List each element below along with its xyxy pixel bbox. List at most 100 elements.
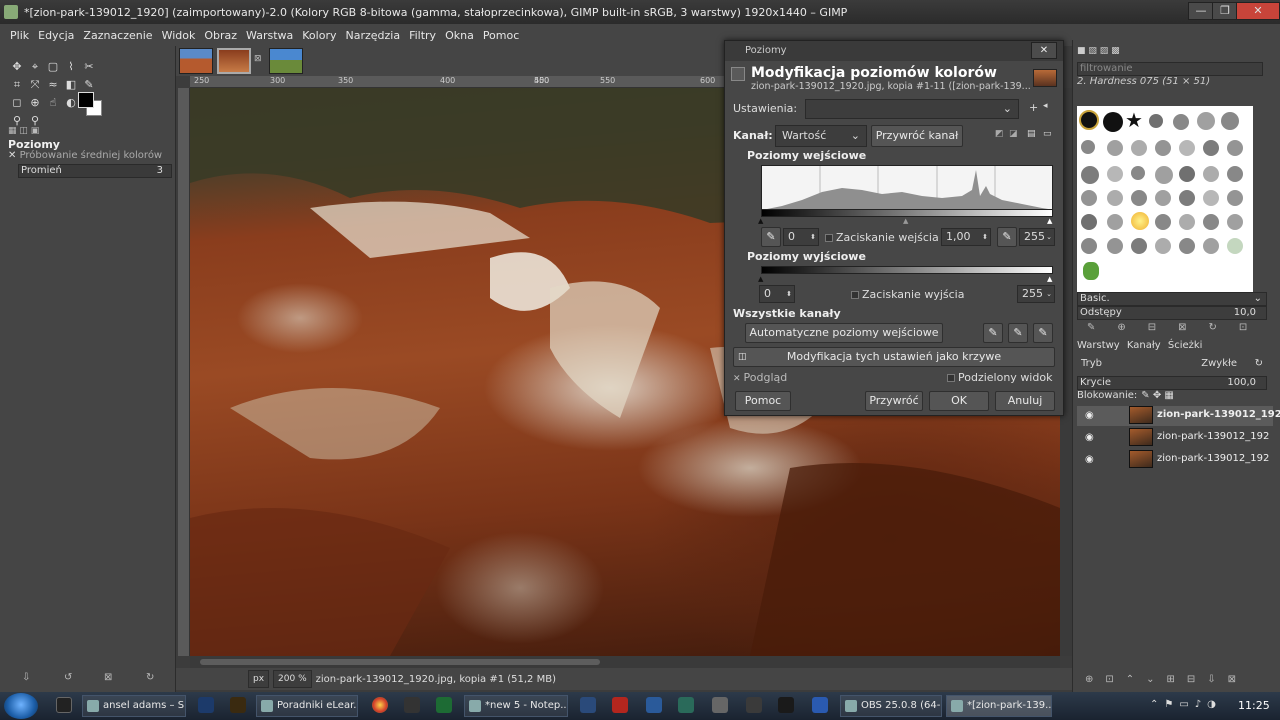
- taskbar-gimp[interactable]: *[zion-park-139...: [946, 695, 1052, 717]
- scrollbar-thumb[interactable]: [200, 659, 600, 665]
- brush-texture-icon[interactable]: [1221, 112, 1239, 130]
- terminal-icon[interactable]: [56, 697, 72, 713]
- output-low-field[interactable]: 0 ⬍: [759, 285, 795, 303]
- start-button-icon[interactable]: [4, 693, 38, 719]
- image-tab-thumbnail-1[interactable]: [179, 48, 213, 74]
- black-picker-icon[interactable]: ✎: [761, 227, 781, 247]
- menu-narzedzia[interactable]: Narzędzia: [345, 29, 400, 42]
- foreground-color-swatch[interactable]: [78, 92, 94, 108]
- reset-tool-options-icon[interactable]: ↻: [146, 672, 154, 683]
- app-icon[interactable]: [646, 697, 662, 713]
- brush-texture-icon[interactable]: [1203, 238, 1219, 254]
- menu-widok[interactable]: Widok: [162, 29, 196, 42]
- bucket-fill-tool-icon[interactable]: ◧: [64, 78, 78, 92]
- layer-row[interactable]: ◉ zion-park-139012_192: [1077, 406, 1280, 426]
- layer-actions-icons[interactable]: ⊕⊡⌃⌄⊞⊟⇩⊠: [1085, 674, 1248, 685]
- spinner-icon[interactable]: ⬍: [982, 229, 988, 245]
- dialog-close-button[interactable]: ✕: [1031, 42, 1057, 59]
- gamma-field[interactable]: 1,00 ⬍: [941, 228, 991, 246]
- brush-pepper-icon[interactable]: [1083, 262, 1099, 280]
- brush-texture-icon[interactable]: [1081, 166, 1099, 184]
- ok-button[interactable]: OK: [929, 391, 989, 411]
- paintbrush-tool-icon[interactable]: ✎: [82, 78, 96, 92]
- mode-reset-icon[interactable]: ↻: [1255, 358, 1263, 369]
- output-high-field[interactable]: 255 ⌄: [1017, 285, 1055, 303]
- menu-pomoc[interactable]: Pomoc: [483, 29, 519, 42]
- spacing-field[interactable]: Odstępy 10,0: [1077, 306, 1267, 320]
- taskbar-obs[interactable]: OBS 25.0.8 (64-...: [840, 695, 942, 717]
- brush-star-icon[interactable]: ★: [1125, 108, 1143, 132]
- edit-as-curves-button[interactable]: ◫ Modyfikacja tych ustawień jako krzywe: [733, 347, 1055, 367]
- brush-texture-icon[interactable]: [1155, 190, 1171, 206]
- maximize-button[interactable]: ❐: [1212, 2, 1238, 20]
- menu-okna[interactable]: Okna: [445, 29, 474, 42]
- smudge-tool-icon[interactable]: ☝: [46, 96, 60, 110]
- app-icon[interactable]: [580, 697, 596, 713]
- pick-white-point-icon[interactable]: ✎: [1033, 323, 1053, 343]
- transform-tool-icon[interactable]: ⤧: [28, 78, 42, 92]
- layer-row[interactable]: ◉ zion-park-139012_192: [1077, 428, 1273, 448]
- brush-texture-icon[interactable]: [1131, 140, 1147, 156]
- brush-texture-icon[interactable]: [1149, 114, 1163, 128]
- brush-actions-icons[interactable]: ✎⊕⊟⊠↻⊡: [1087, 322, 1269, 333]
- tool-options-tabs-icon[interactable]: ▦ ◫ ▣: [8, 126, 39, 136]
- brush-filter-input[interactable]: filtrowanie: [1077, 62, 1263, 76]
- move-tool-icon[interactable]: ✥: [10, 60, 24, 74]
- delete-tool-options-icon[interactable]: ⊠: [104, 672, 112, 683]
- brush-texture-icon[interactable]: [1179, 214, 1195, 230]
- lock-icons[interactable]: ✎ ✥ ▦: [1141, 390, 1174, 401]
- brush-texture-icon[interactable]: [1081, 140, 1095, 154]
- inkscape-icon[interactable]: [404, 697, 420, 713]
- pick-gray-point-icon[interactable]: ✎: [1008, 323, 1028, 343]
- histogram-mode-icon[interactable]: ▤: [1027, 129, 1036, 139]
- tray-icons[interactable]: ⌃⚑▭♪◑: [1150, 699, 1222, 710]
- brush-texture-icon[interactable]: [1107, 190, 1123, 206]
- preview-checkbox[interactable]: ✕: [733, 374, 741, 384]
- free-select-tool-icon[interactable]: ⌇: [64, 60, 78, 74]
- x-icon[interactable]: [778, 697, 794, 713]
- brush-texture-icon[interactable]: [1155, 166, 1173, 184]
- input-gamma-slider[interactable]: ▲: [903, 217, 908, 225]
- input-low-field[interactable]: 0 ⬍: [783, 228, 819, 246]
- brush-hardness-icon[interactable]: [1079, 110, 1099, 130]
- output-white-slider[interactable]: ▲: [1047, 275, 1052, 283]
- app-icon[interactable]: [812, 697, 828, 713]
- brush-texture-icon[interactable]: [1131, 190, 1147, 206]
- spinner-icon[interactable]: ⌄: [1046, 229, 1052, 245]
- input-sliders[interactable]: ▲ ▲ ▲: [758, 217, 1053, 225]
- brush-texture-icon[interactable]: [1227, 140, 1243, 156]
- reset-button[interactable]: Przywróć: [865, 391, 923, 411]
- spinner-icon[interactable]: ⬍: [786, 286, 792, 302]
- brush-texture-icon[interactable]: [1107, 140, 1123, 156]
- image-tab-thumbnail-3[interactable]: [269, 48, 303, 74]
- close-window-button[interactable]: ✕: [1236, 2, 1280, 20]
- menu-warstwa[interactable]: Warstwa: [246, 29, 293, 42]
- input-black-slider[interactable]: ▲: [758, 217, 763, 225]
- layer-row[interactable]: ◉ zion-park-139012_192: [1077, 450, 1273, 470]
- split-view-checkbox[interactable]: [947, 374, 955, 382]
- align-tool-icon[interactable]: ⌖: [28, 60, 42, 74]
- input-white-slider[interactable]: ▲: [1047, 217, 1052, 225]
- brush-texture-icon[interactable]: [1197, 112, 1215, 130]
- brush-texture-icon[interactable]: [1179, 190, 1195, 206]
- close-tab-icon[interactable]: ⊠: [254, 54, 262, 64]
- radius-field[interactable]: Promień 3: [18, 164, 172, 178]
- app-icon[interactable]: [712, 697, 728, 713]
- sample-average-option[interactable]: ✕ Próbowanie średniej kolorów: [8, 150, 162, 161]
- brush-texture-icon[interactable]: [1081, 190, 1097, 206]
- brush-texture-icon[interactable]: [1203, 190, 1219, 206]
- taskbar-poradniki[interactable]: Poradniki eLear...: [256, 695, 358, 717]
- rect-select-tool-icon[interactable]: ▢: [46, 60, 60, 74]
- brush-leaf-icon[interactable]: [1227, 238, 1243, 254]
- brush-texture-icon[interactable]: [1107, 238, 1123, 254]
- presets-combo[interactable]: ⌄: [805, 99, 1019, 119]
- filezilla-icon[interactable]: [612, 697, 628, 713]
- clamp-output-checkbox[interactable]: [851, 291, 859, 299]
- brush-texture-icon[interactable]: [1203, 214, 1219, 230]
- minimize-button[interactable]: —: [1188, 2, 1214, 20]
- brush-dock-tabs-icon[interactable]: ■ ▧ ▨ ▩: [1077, 46, 1120, 56]
- eraser-tool-icon[interactable]: ◻: [10, 96, 24, 110]
- restore-tool-options-icon[interactable]: ↺: [64, 672, 72, 683]
- clamp-output-option[interactable]: Zaciskanie wyjścia: [851, 288, 964, 301]
- clamp-input-checkbox[interactable]: [825, 234, 833, 242]
